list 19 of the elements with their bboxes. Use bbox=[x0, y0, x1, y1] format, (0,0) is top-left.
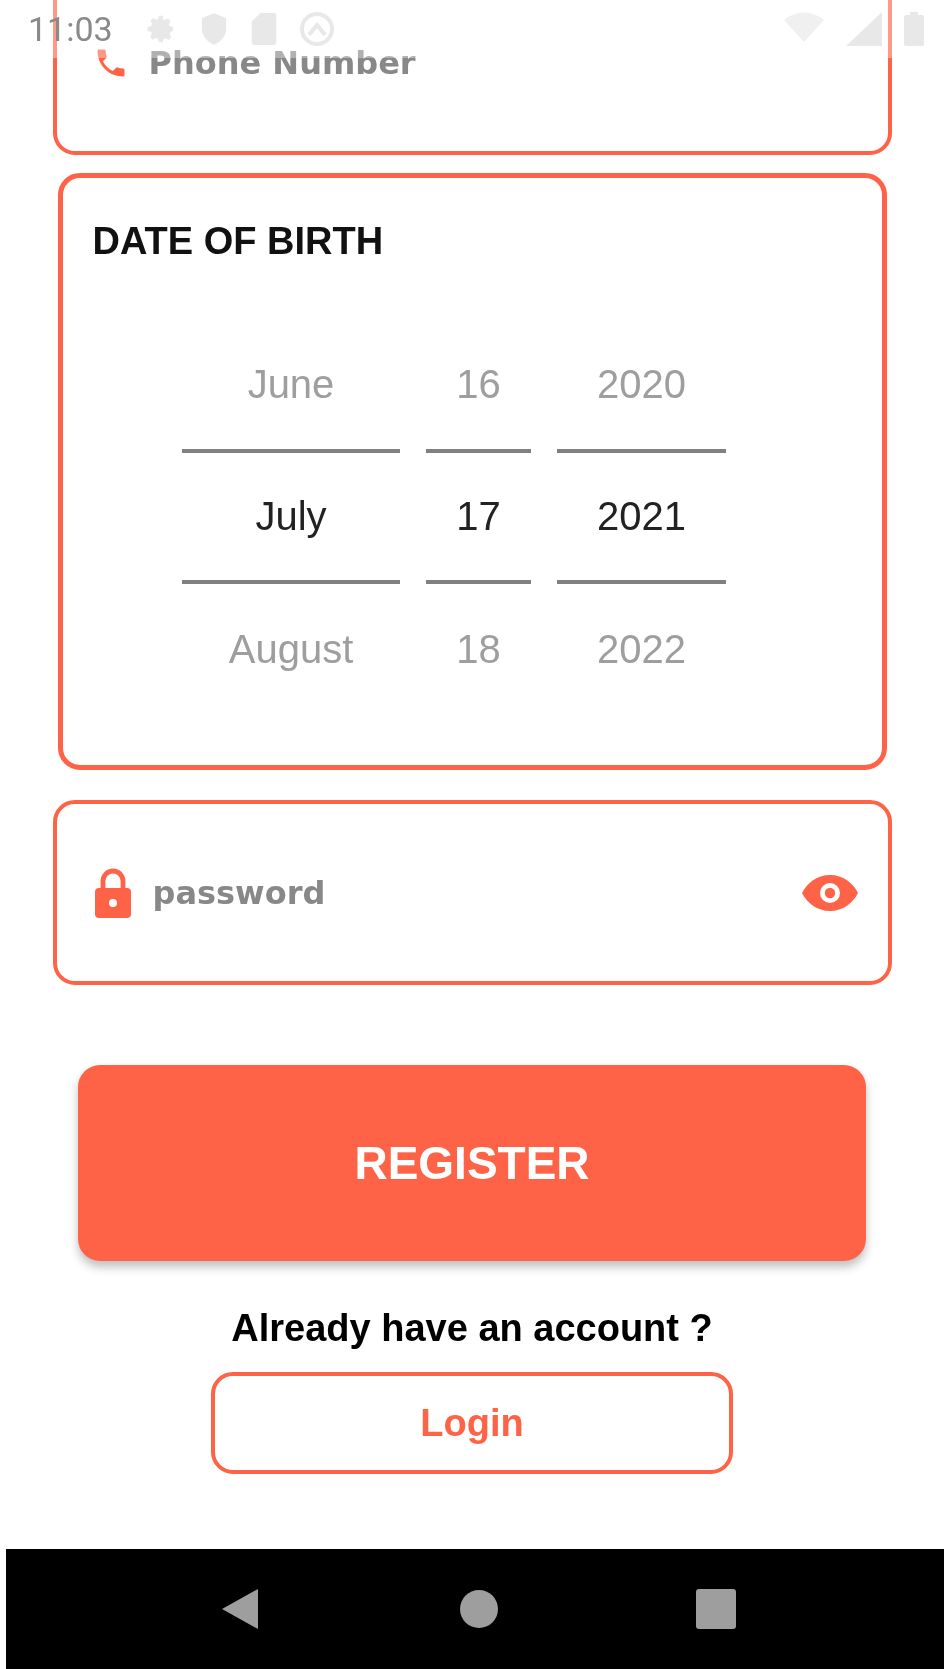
picker-item[interactable]: 16 bbox=[426, 319, 531, 449]
home-icon[interactable] bbox=[459, 1589, 499, 1629]
eye-icon[interactable] bbox=[801, 874, 858, 911]
password-field[interactable]: password bbox=[52, 800, 892, 985]
picker-item[interactable]: 2020 bbox=[557, 319, 726, 449]
picker-item[interactable]: 2022 bbox=[557, 584, 726, 714]
picker-item[interactable]: July bbox=[182, 449, 400, 584]
picker-item[interactable]: June bbox=[182, 319, 400, 449]
phone-input[interactable]: Phone Number bbox=[146, 42, 858, 83]
picker-item[interactable]: 2021 bbox=[557, 449, 726, 584]
password-input[interactable]: password bbox=[150, 872, 784, 913]
picker-item[interactable]: August bbox=[182, 584, 400, 714]
picker-item[interactable]: 18 bbox=[426, 584, 531, 714]
login-button[interactable]: Login bbox=[211, 1372, 733, 1474]
section-title: DATE OF BIRTH bbox=[92, 220, 385, 263]
register-button[interactable]: REGISTER bbox=[78, 1065, 866, 1261]
login-prompt: Already have an account ? bbox=[231, 1307, 713, 1350]
lock-icon bbox=[92, 867, 133, 918]
picker-item[interactable]: 17 bbox=[426, 449, 531, 584]
